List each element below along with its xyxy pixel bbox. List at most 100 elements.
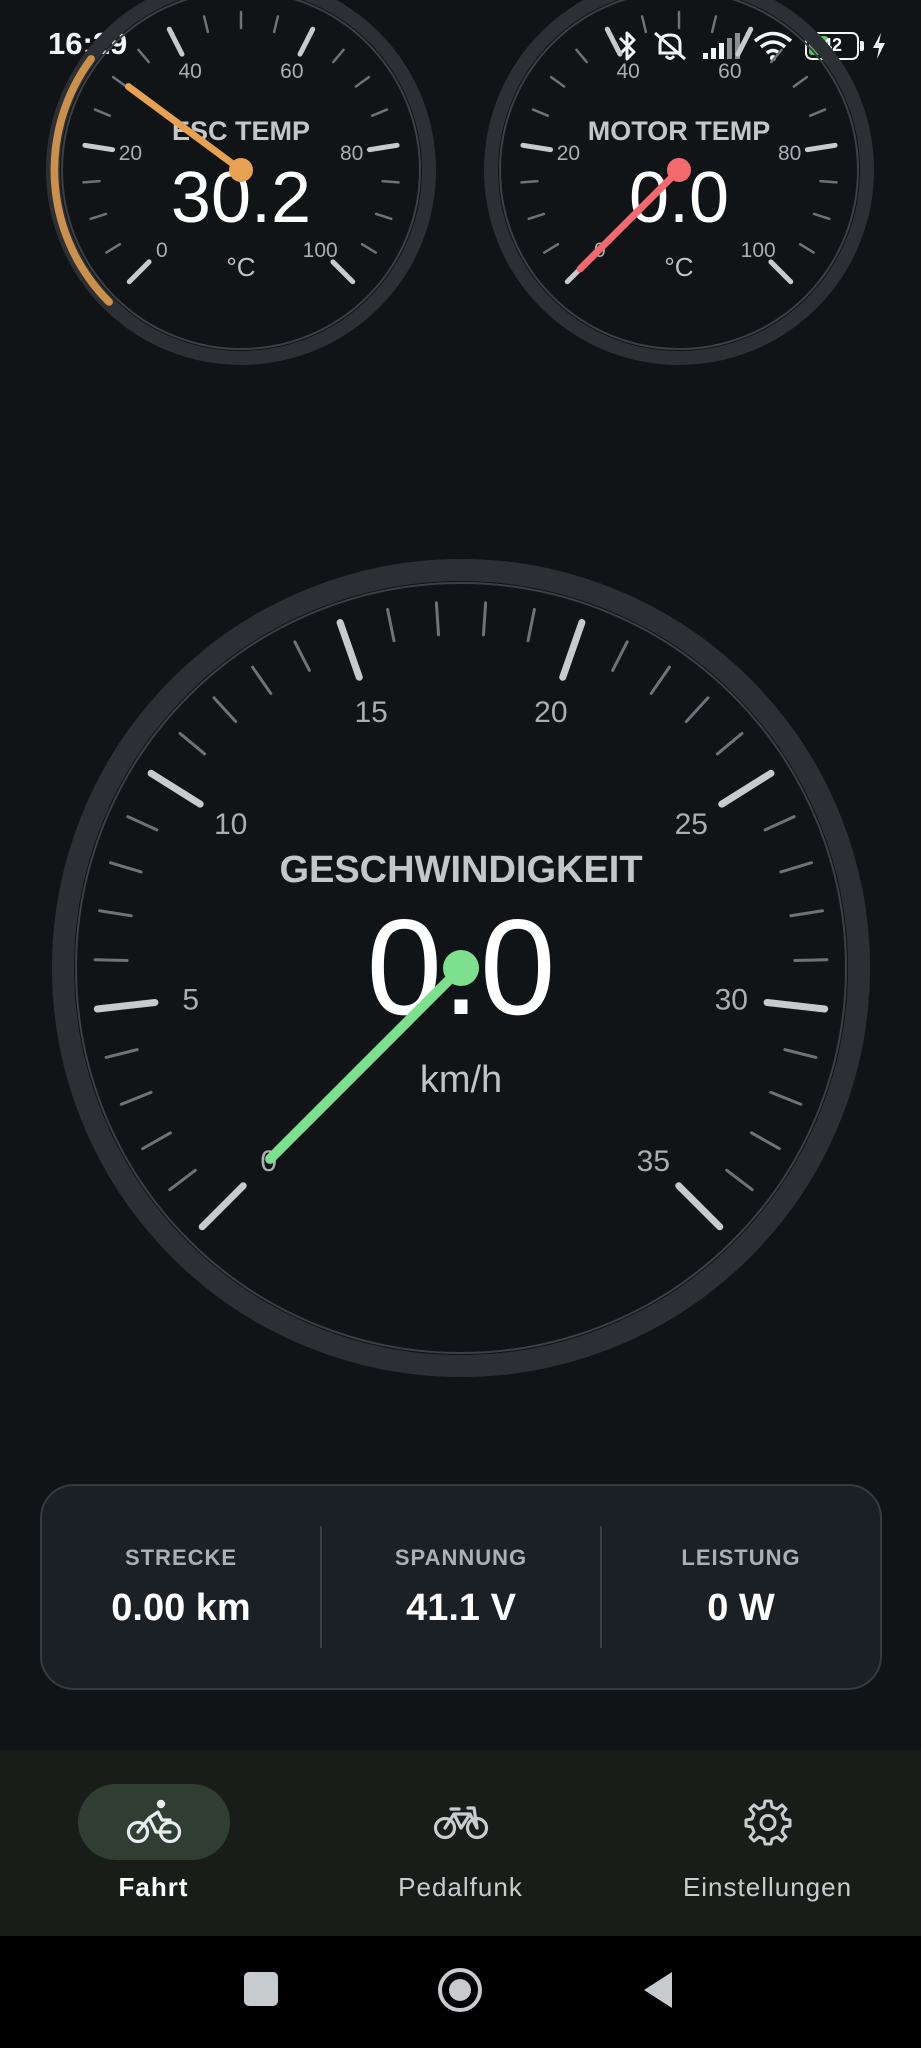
back-button[interactable]	[640, 1968, 676, 2012]
nav-active-indicator[interactable]	[77, 1784, 230, 1860]
nav-label: Pedalfunk	[398, 1872, 523, 1902]
major-tick	[804, 142, 838, 153]
minor-tick	[98, 909, 133, 918]
gauge-title: GESCHWINDIGKEIT	[279, 849, 642, 891]
minor-tick	[808, 108, 827, 117]
minor-tick	[104, 1048, 139, 1059]
minor-tick	[640, 15, 648, 34]
gauge-title: MOTOR TEMP	[588, 116, 771, 146]
nav-item-fahrt[interactable]: Fahrt	[0, 1750, 307, 1936]
motor-temp-gauge: 020406080100MOTOR TEMP0.0°C	[484, 0, 874, 365]
minor-tick	[684, 696, 710, 723]
minor-tick	[354, 75, 371, 88]
stat-value: 0 W	[707, 1586, 775, 1629]
minor-tick	[710, 15, 718, 34]
tick-label: 5	[182, 983, 199, 1016]
major-tick	[297, 26, 316, 57]
stat-label: SPANNUNG	[394, 1544, 528, 1570]
minor-tick	[798, 242, 815, 254]
tick-label: 20	[534, 696, 567, 729]
minor-tick	[137, 48, 151, 64]
minor-tick	[89, 212, 108, 221]
nav-label: Einstellungen	[682, 1872, 853, 1902]
major-tick	[336, 619, 363, 681]
tick-label: 20	[557, 142, 580, 165]
nav-item-einstellungen[interactable]: Einstellungen	[614, 1750, 921, 1936]
tick-label: 40	[178, 60, 201, 83]
major-tick	[763, 998, 829, 1013]
gauge-needle-hub	[443, 950, 479, 986]
gauge-needle-hub	[229, 158, 253, 182]
minor-tick	[575, 48, 589, 64]
minor-tick	[543, 242, 560, 254]
minor-tick	[812, 212, 831, 221]
minor-tick	[763, 815, 796, 832]
minor-tick	[119, 1090, 153, 1106]
minor-tick	[792, 75, 809, 88]
minor-tick	[381, 179, 400, 184]
minor-tick	[178, 731, 207, 756]
minor-tick	[370, 108, 389, 117]
minor-tick	[783, 1048, 818, 1059]
tick-label: 30	[715, 983, 748, 1016]
stat-value: 0.00 km	[111, 1586, 251, 1629]
tick-label: 15	[354, 696, 387, 729]
minor-tick	[527, 212, 546, 221]
speed-gauge: 05101520253035GESCHWINDIGKEIT0.0km/h	[52, 559, 870, 1377]
minor-tick	[105, 242, 122, 254]
tick-label: 100	[741, 239, 776, 262]
stat-power: LEISTUNG 0 W	[602, 1486, 880, 1688]
cyclist-icon	[126, 1799, 181, 1844]
gauges-canvas: 020406080100ESC TEMP30.2°C 020406080100M…	[46, 0, 874, 1377]
tick-label: 40	[616, 60, 639, 83]
minor-tick	[725, 1168, 754, 1192]
minor-tick	[168, 1168, 197, 1192]
nav-label: Fahrt	[118, 1872, 189, 1902]
minor-tick	[531, 108, 550, 117]
tick-label: 60	[280, 60, 303, 83]
major-tick	[735, 26, 754, 57]
minor-tick	[819, 179, 838, 184]
minor-tick	[111, 75, 128, 88]
major-tick	[82, 142, 116, 153]
nav-icon-wrapper[interactable]	[385, 1784, 537, 1860]
home-button[interactable]	[436, 1966, 484, 2014]
major-tick	[675, 1182, 724, 1231]
minor-tick	[272, 15, 280, 34]
minor-tick	[769, 48, 783, 64]
bottom-navigation: Fahrt Pedalfunk Einstellungen	[0, 1750, 921, 1936]
stat-voltage: SPANNUNG 41.1 V	[322, 1486, 600, 1688]
minor-tick	[769, 1090, 803, 1106]
gauge-needle-hub	[667, 158, 691, 182]
minor-tick	[141, 1131, 173, 1151]
stat-label: LEISTUNG	[681, 1544, 801, 1570]
recents-button[interactable]	[244, 1972, 278, 2006]
stats-card: STRECKE 0.00 km SPANNUNG 41.1 V LEISTUNG…	[40, 1484, 882, 1690]
minor-tick	[779, 861, 814, 874]
major-tick	[147, 769, 204, 808]
minor-tick	[202, 15, 210, 34]
system-navigation-bar	[0, 1936, 921, 2048]
minor-tick	[611, 640, 629, 672]
minor-tick	[793, 958, 829, 963]
tick-label: 20	[119, 142, 142, 165]
minor-tick	[374, 212, 393, 221]
tick-label: 0	[156, 239, 168, 262]
tick-label: 35	[637, 1145, 670, 1178]
major-tick	[559, 619, 586, 681]
major-tick	[166, 26, 185, 57]
minor-tick	[789, 909, 824, 918]
stat-value: 41.1 V	[406, 1586, 516, 1629]
minor-tick	[108, 861, 143, 874]
minor-tick	[360, 242, 377, 254]
nav-item-pedalfunk[interactable]: Pedalfunk	[307, 1750, 614, 1936]
stat-distance: STRECKE 0.00 km	[42, 1486, 320, 1688]
minor-tick	[434, 601, 441, 637]
minor-tick	[293, 640, 311, 672]
minor-tick	[481, 601, 488, 637]
major-tick	[330, 259, 356, 285]
minor-tick	[386, 607, 396, 643]
nav-icon-wrapper[interactable]	[692, 1784, 844, 1860]
gear-icon	[744, 1799, 791, 1846]
gauge-unit: km/h	[420, 1059, 502, 1101]
